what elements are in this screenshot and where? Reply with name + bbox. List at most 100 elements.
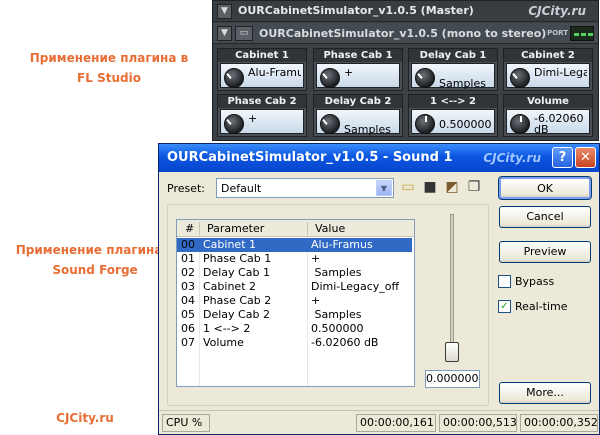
more-button[interactable]: More... xyxy=(499,382,591,404)
knob-value: Dimi-Legacy xyxy=(534,67,587,78)
row-num: 01 xyxy=(181,252,195,265)
table-header: # Parameter Value xyxy=(177,220,414,237)
table-row[interactable]: 07 Volume -6.02060 dB xyxy=(177,336,412,350)
chevron-down-icon[interactable]: ▼ xyxy=(376,180,392,196)
fl-plugin-name: OURCabinetSimulator_v1.0.5 (mono to ster… xyxy=(259,27,547,40)
knob-icon[interactable] xyxy=(224,68,244,88)
row-num: 05 xyxy=(181,308,195,321)
sf-titlebar[interactable]: OURCabinetSimulator_v1.0.5 - Sound 1 CJC… xyxy=(159,144,599,172)
knob-icon[interactable] xyxy=(224,114,244,134)
folder-open-icon[interactable]: ▭ xyxy=(399,178,417,196)
row-num: 07 xyxy=(181,336,195,349)
help-button[interactable]: ? xyxy=(552,147,573,168)
knob-icon[interactable] xyxy=(415,68,435,88)
sound-forge-plugin-dialog: OURCabinetSimulator_v1.0.5 - Sound 1 CJC… xyxy=(158,143,600,435)
row-value: Dimi-Legacy_off xyxy=(311,280,400,293)
column-header-value[interactable]: Value xyxy=(315,222,345,235)
knob-value: 0.500000 xyxy=(439,119,492,130)
knob-display: Dimi-Legacy xyxy=(506,63,590,88)
column-header-number[interactable]: # xyxy=(185,222,194,235)
table-row[interactable]: 04 Phase Cab 2 + xyxy=(177,294,412,308)
row-num: 06 xyxy=(181,322,195,335)
knob-icon[interactable] xyxy=(510,114,530,134)
table-row[interactable]: 00 Cabinet 1 Alu-Framus xyxy=(177,238,412,252)
knob-icon[interactable] xyxy=(320,68,340,88)
knob-label: Delay Cab 2 xyxy=(314,95,402,108)
port-led-indicator[interactable] xyxy=(570,26,594,41)
row-value: Samples xyxy=(311,308,362,321)
time-indicator-1: 00:00:00,161 xyxy=(356,414,436,432)
copy-preset-icon[interactable]: ❐ xyxy=(465,178,483,196)
crossfade-slider-thumb[interactable] xyxy=(445,342,459,362)
column-header-parameter[interactable]: Parameter xyxy=(207,222,264,235)
save-icon[interactable]: ■ xyxy=(421,178,439,196)
row-value: -6.02060 dB xyxy=(311,336,379,349)
save-as-icon[interactable]: ◩ xyxy=(443,178,461,196)
time-indicator-2: 00:00:00,513 xyxy=(439,414,517,432)
knob-value: Alu-Framus xyxy=(248,67,301,78)
row-value: Alu-Framus xyxy=(311,238,373,251)
knob-cell: Cabinet 1 Alu-Framus xyxy=(217,48,307,91)
folder-icon[interactable]: ▭ xyxy=(235,26,253,41)
knob-display: -6.02060 dB xyxy=(506,109,590,135)
bypass-checkbox[interactable] xyxy=(498,275,511,288)
preset-value: Default xyxy=(221,182,262,195)
chevron-down-icon[interactable]: ▼ xyxy=(217,4,232,19)
knob-label: Cabinet 1 xyxy=(218,49,306,62)
table-row[interactable]: 02 Delay Cab 1 Samples xyxy=(177,266,412,280)
knob-cell: Delay Cab 1 Samples xyxy=(408,48,498,91)
chevron-down-icon[interactable]: ▼ xyxy=(217,26,232,41)
knob-icon[interactable] xyxy=(320,114,340,134)
row-value: + xyxy=(311,252,321,265)
fl-studio-plugin-window: ▼ OURCabinetSimulator_v1.0.5 (Master) CJ… xyxy=(212,0,599,141)
knob-label: Cabinet 2 xyxy=(504,49,592,62)
watermark: CJCity.ru xyxy=(483,151,541,165)
close-button[interactable]: ✕ xyxy=(575,147,596,168)
row-param: Phase Cab 1 xyxy=(203,252,272,265)
table-row[interactable]: 01 Phase Cab 1 + xyxy=(177,252,412,266)
knob-display: Alu-Framus xyxy=(220,63,304,88)
preset-dropdown[interactable]: Default ▼ xyxy=(216,178,394,198)
knob-cell: Phase Cab 2 + xyxy=(217,94,307,137)
knob-icon[interactable] xyxy=(415,114,435,134)
realtime-label: Real-time xyxy=(515,300,568,313)
preview-button[interactable]: Preview xyxy=(499,241,591,263)
row-num: 00 xyxy=(181,238,195,251)
knob-label: 1 <--> 2 xyxy=(409,95,497,108)
row-num: 04 xyxy=(181,294,195,307)
knob-cell: Cabinet 2 Dimi-Legacy xyxy=(503,48,593,91)
row-num: 02 xyxy=(181,266,195,279)
knob-label: Phase Cab 2 xyxy=(218,95,306,108)
knob-display: Samples xyxy=(411,63,495,89)
slider-value-field[interactable]: 0.000000 xyxy=(425,370,480,388)
fl-window-title: OURCabinetSimulator_v1.0.5 (Master) xyxy=(238,4,474,17)
parameter-table[interactable]: # Parameter Value 00 Cabinet 1 Alu-Framus 0… xyxy=(176,219,415,387)
table-row[interactable]: 03 Cabinet 2 Dimi-Legacy_off xyxy=(177,280,412,294)
sf-window-title: OURCabinetSimulator_v1.0.5 - Sound 1 xyxy=(167,150,453,165)
knob-cell: Delay Cab 2 Samples xyxy=(313,94,403,137)
knob-value: Samples xyxy=(439,78,486,89)
row-value: 0.500000 xyxy=(311,322,364,335)
crossfade-slider-track[interactable] xyxy=(450,214,454,362)
knob-label: Phase Cab 1 xyxy=(314,49,402,62)
row-param: 1 <--> 2 xyxy=(203,322,251,335)
knob-value: -6.02060 dB xyxy=(534,113,584,135)
status-bar: CPU % 00:00:00,161 00:00:00,513 00:00:00… xyxy=(159,410,599,434)
cancel-button[interactable]: Cancel xyxy=(499,206,591,228)
row-param: Delay Cab 2 xyxy=(203,308,270,321)
realtime-checkbox[interactable]: ✓ xyxy=(498,300,511,313)
ok-button[interactable]: OK xyxy=(498,176,592,200)
fl-titlebar[interactable]: ▼ OURCabinetSimulator_v1.0.5 (Master) CJ… xyxy=(213,1,598,22)
row-param: Cabinet 2 xyxy=(203,280,257,293)
row-param: Delay Cab 1 xyxy=(203,266,270,279)
site-caption: CJCity.ru xyxy=(56,411,114,425)
table-row[interactable]: 06 1 <--> 2 0.500000 xyxy=(177,322,412,336)
row-param: Cabinet 1 xyxy=(203,238,257,251)
row-num: 03 xyxy=(181,280,195,293)
table-row[interactable]: 05 Delay Cab 2 Samples xyxy=(177,308,412,322)
knob-cell: 1 <--> 2 0.500000 xyxy=(408,94,498,137)
knob-icon[interactable] xyxy=(510,68,530,88)
row-param: Volume xyxy=(203,336,244,349)
knob-value: Samples xyxy=(344,124,391,135)
fl-plugin-bar: ▼ ▭ OURCabinetSimulator_v1.0.5 (mono to … xyxy=(213,23,598,44)
